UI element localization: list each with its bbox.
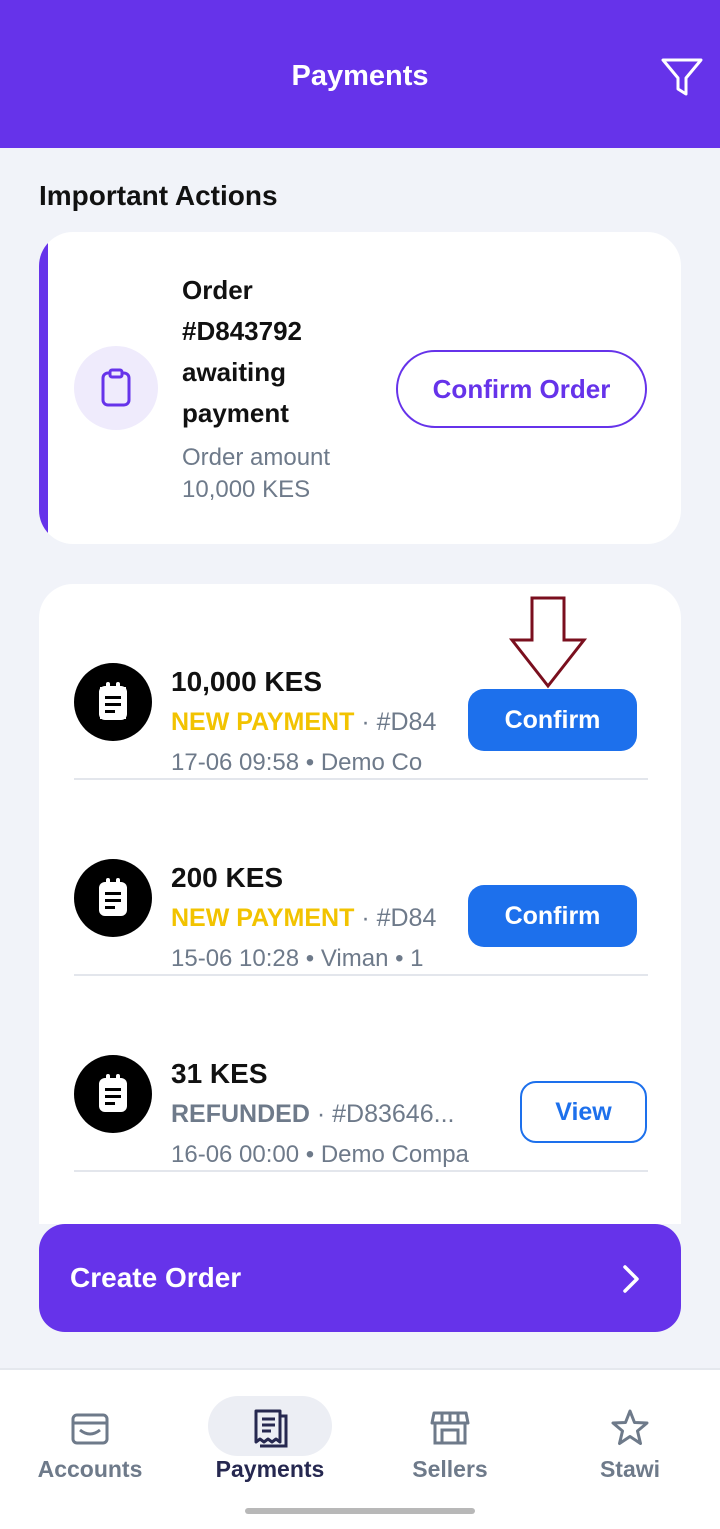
home-indicator[interactable] xyxy=(245,1508,475,1514)
app-header: Payments xyxy=(0,0,720,148)
payment-status-line: REFUNDED · #D83646... xyxy=(171,1100,511,1129)
payment-amount: 31 KES xyxy=(171,1058,268,1089)
separator-dot: · xyxy=(361,708,377,736)
payment-amount: 10,000 KES xyxy=(171,666,322,697)
nav-label: Stawi xyxy=(599,1456,661,1482)
payment-status-line: NEW PAYMENT · #D84 xyxy=(171,904,457,933)
payment-order-id: #D84 xyxy=(376,708,437,736)
action-headline: Order #D843792 awaiting payment xyxy=(182,270,382,434)
payment-row[interactable]: 31 KES REFUNDED · #D83646... 16-06 00:00… xyxy=(39,976,681,1172)
headline-line: Order xyxy=(182,275,253,305)
card-accent-bar xyxy=(39,232,48,544)
star-icon xyxy=(611,1409,649,1445)
nav-item-sellers[interactable]: Sellers xyxy=(360,1370,540,1490)
payment-amount: 200 KES xyxy=(171,862,284,893)
payment-status-line: NEW PAYMENT · #D84 xyxy=(171,708,457,737)
nav-label: Accounts xyxy=(37,1456,143,1482)
view-button[interactable]: View xyxy=(520,1081,647,1143)
headline-line: awaiting xyxy=(182,357,287,387)
status-badge: NEW PAYMENT xyxy=(171,708,355,736)
important-action-card: Order #D843792 awaiting payment Order am… xyxy=(39,232,681,544)
status-badge: REFUNDED xyxy=(171,1100,310,1128)
receipt-icon xyxy=(74,859,152,937)
receipt-icon xyxy=(74,1055,152,1133)
payment-order-id: #D84 xyxy=(376,904,437,932)
status-badge: NEW PAYMENT xyxy=(171,904,355,932)
nav-item-payments[interactable]: Payments xyxy=(180,1370,360,1490)
receipt-icon xyxy=(254,1409,288,1448)
order-amount-value: 10,000 KES xyxy=(182,476,311,503)
nav-item-accounts[interactable]: Accounts xyxy=(0,1370,180,1490)
nav-label: Payments xyxy=(215,1456,325,1482)
bottom-nav: Accounts Payments Sellers Stawi xyxy=(0,1368,720,1529)
payment-meta: 17-06 09:58 • Demo Co xyxy=(171,749,423,776)
nav-item-stawi[interactable]: Stawi xyxy=(540,1370,720,1490)
confirm-button[interactable]: Confirm xyxy=(468,885,637,947)
payment-meta: 16-06 00:00 • Demo Compa xyxy=(171,1141,469,1168)
confirm-order-button[interactable]: Confirm Order xyxy=(396,350,647,428)
store-icon xyxy=(430,1411,470,1445)
wallet-icon xyxy=(71,1413,109,1445)
section-title-important-actions: Important Actions xyxy=(39,180,278,211)
create-order-label: Create Order xyxy=(70,1262,242,1293)
order-amount-label: Order amount xyxy=(182,444,331,471)
chevron-right-icon xyxy=(623,1265,639,1293)
payment-order-id: #D83646... xyxy=(332,1100,455,1128)
filter-icon[interactable] xyxy=(660,56,704,100)
page-title: Payments xyxy=(291,60,429,92)
clipboard-icon xyxy=(74,346,158,430)
payment-meta: 15-06 10:28 • Viman • 1 xyxy=(171,945,424,972)
down-arrow-icon xyxy=(508,596,588,689)
separator-dot: · xyxy=(316,1100,333,1128)
confirm-button[interactable]: Confirm xyxy=(468,689,637,751)
divider xyxy=(74,1170,648,1172)
headline-order-id: #D843792 xyxy=(182,316,302,346)
nav-label: Sellers xyxy=(412,1456,488,1482)
receipt-icon xyxy=(74,663,152,741)
create-order-button[interactable]: Create Order xyxy=(39,1224,681,1332)
separator-dot: · xyxy=(361,904,377,932)
payment-row[interactable]: 200 KES NEW PAYMENT · #D84 15-06 10:28 •… xyxy=(39,780,681,976)
headline-line: payment xyxy=(182,398,289,428)
